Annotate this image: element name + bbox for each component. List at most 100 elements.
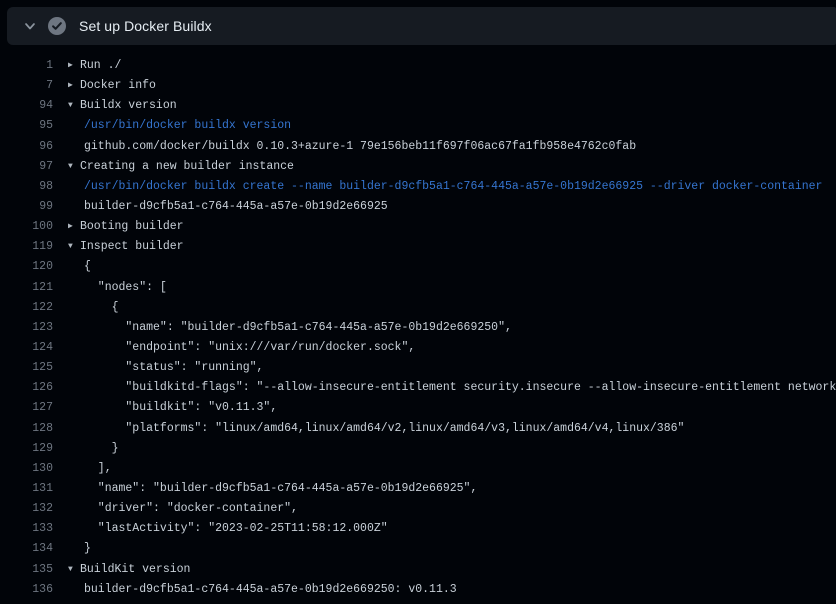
triangle-collapsed-icon[interactable]: ▶ bbox=[68, 217, 80, 237]
output-text: "lastActivity": "2023-02-25T11:58:12.000… bbox=[53, 519, 388, 539]
triangle-expanded-icon[interactable]: ▼ bbox=[68, 157, 80, 177]
output-text: builder-d9cfb5a1-c764-445a-a57e-0b19d2e6… bbox=[53, 197, 388, 217]
log-line[interactable]: 1▶Run ./ bbox=[0, 56, 836, 76]
log-line: 127 "buildkit": "v0.11.3", bbox=[0, 398, 836, 418]
group-label[interactable]: Buildx version bbox=[80, 99, 177, 112]
output-text: "buildkitd-flags": "--allow-insecure-ent… bbox=[53, 378, 836, 398]
line-number[interactable]: 132 bbox=[0, 499, 53, 519]
output-text: "status": "running", bbox=[53, 358, 263, 378]
log-line: 99builder-d9cfb5a1-c764-445a-a57e-0b19d2… bbox=[0, 197, 836, 217]
line-number[interactable]: 99 bbox=[0, 197, 53, 217]
log-line: 95/usr/bin/docker buildx version bbox=[0, 116, 836, 136]
line-number[interactable]: 100 bbox=[0, 217, 53, 237]
log-line: 133 "lastActivity": "2023-02-25T11:58:12… bbox=[0, 519, 836, 539]
output-text: { bbox=[53, 298, 119, 318]
output-text: "buildkit": "v0.11.3", bbox=[53, 398, 277, 418]
line-number[interactable]: 135 bbox=[0, 560, 53, 580]
log-line: 136builder-d9cfb5a1-c764-445a-a57e-0b19d… bbox=[0, 580, 836, 600]
step-title: Set up Docker Buildx bbox=[79, 18, 212, 34]
triangle-expanded-icon[interactable]: ▼ bbox=[68, 96, 80, 116]
line-number[interactable]: 96 bbox=[0, 137, 53, 157]
log-line[interactable]: 94▼Buildx version bbox=[0, 96, 836, 116]
log-line: 124 "endpoint": "unix:///var/run/docker.… bbox=[0, 338, 836, 358]
output-text: "nodes": [ bbox=[53, 278, 167, 298]
chevron-down-icon[interactable] bbox=[22, 18, 38, 34]
line-number[interactable]: 121 bbox=[0, 278, 53, 298]
triangle-collapsed-icon[interactable]: ▶ bbox=[68, 56, 80, 76]
line-number[interactable]: 130 bbox=[0, 459, 53, 479]
line-number[interactable]: 120 bbox=[0, 257, 53, 277]
log-line: 121 "nodes": [ bbox=[0, 278, 836, 298]
log-line: 130 ], bbox=[0, 459, 836, 479]
line-number[interactable]: 126 bbox=[0, 378, 53, 398]
log-line: 128 "platforms": "linux/amd64,linux/amd6… bbox=[0, 419, 836, 439]
output-text: "platforms": "linux/amd64,linux/amd64/v2… bbox=[53, 419, 684, 439]
log-line: 98/usr/bin/docker buildx create --name b… bbox=[0, 177, 836, 197]
line-number[interactable]: 128 bbox=[0, 419, 53, 439]
line-number[interactable]: 94 bbox=[0, 96, 53, 116]
log-line[interactable]: 119▼Inspect builder bbox=[0, 237, 836, 257]
line-number[interactable]: 125 bbox=[0, 358, 53, 378]
line-number[interactable]: 131 bbox=[0, 479, 53, 499]
group-label[interactable]: Docker info bbox=[80, 79, 156, 92]
group-line[interactable]: ▼Buildx version bbox=[53, 96, 177, 116]
command-text: /usr/bin/docker buildx create --name bui… bbox=[53, 177, 822, 197]
triangle-collapsed-icon[interactable]: ▶ bbox=[68, 76, 80, 96]
log-line: 120{ bbox=[0, 257, 836, 277]
output-text: "endpoint": "unix:///var/run/docker.sock… bbox=[53, 338, 415, 358]
group-line[interactable]: ▼Inspect builder bbox=[53, 237, 184, 257]
line-number[interactable]: 124 bbox=[0, 338, 53, 358]
step-header[interactable]: Set up Docker Buildx bbox=[7, 7, 836, 45]
output-text: } bbox=[53, 439, 119, 459]
line-number[interactable]: 98 bbox=[0, 177, 53, 197]
output-text: ], bbox=[53, 459, 112, 479]
group-line[interactable]: ▶Booting builder bbox=[53, 217, 184, 237]
log-line[interactable]: 100▶Booting builder bbox=[0, 217, 836, 237]
log-line: 131 "name": "builder-d9cfb5a1-c764-445a-… bbox=[0, 479, 836, 499]
line-number[interactable]: 133 bbox=[0, 519, 53, 539]
output-text: } bbox=[53, 539, 91, 559]
line-number[interactable]: 97 bbox=[0, 157, 53, 177]
log-line[interactable]: 97▼Creating a new builder instance bbox=[0, 157, 836, 177]
group-label[interactable]: Creating a new builder instance bbox=[80, 160, 294, 173]
line-number[interactable]: 129 bbox=[0, 439, 53, 459]
line-number[interactable]: 7 bbox=[0, 76, 53, 96]
line-number[interactable]: 1 bbox=[0, 56, 53, 76]
log-line[interactable]: 135▼BuildKit version bbox=[0, 560, 836, 580]
triangle-expanded-icon[interactable]: ▼ bbox=[68, 560, 80, 580]
group-label[interactable]: Run ./ bbox=[80, 59, 121, 72]
log-line[interactable]: 7▶Docker info bbox=[0, 76, 836, 96]
group-line[interactable]: ▶Run ./ bbox=[53, 56, 121, 76]
output-text: "driver": "docker-container", bbox=[53, 499, 298, 519]
line-number[interactable]: 119 bbox=[0, 237, 53, 257]
output-text: "name": "builder-d9cfb5a1-c764-445a-a57e… bbox=[53, 318, 512, 338]
log-line: 122 { bbox=[0, 298, 836, 318]
line-number[interactable]: 122 bbox=[0, 298, 53, 318]
group-label[interactable]: Inspect builder bbox=[80, 240, 184, 253]
log-line: 123 "name": "builder-d9cfb5a1-c764-445a-… bbox=[0, 318, 836, 338]
group-label[interactable]: Booting builder bbox=[80, 220, 184, 233]
output-text: { bbox=[53, 257, 91, 277]
triangle-expanded-icon[interactable]: ▼ bbox=[68, 237, 80, 257]
log-line: 126 "buildkitd-flags": "--allow-insecure… bbox=[0, 378, 836, 398]
check-circle-icon bbox=[47, 16, 67, 36]
log-line: 134} bbox=[0, 539, 836, 559]
line-number[interactable]: 127 bbox=[0, 398, 53, 418]
log-line: 96github.com/docker/buildx 0.10.3+azure-… bbox=[0, 137, 836, 157]
log-line: 132 "driver": "docker-container", bbox=[0, 499, 836, 519]
log-line: 125 "status": "running", bbox=[0, 358, 836, 378]
output-text: github.com/docker/buildx 0.10.3+azure-1 … bbox=[53, 137, 636, 157]
log-container: 1▶Run ./7▶Docker info94▼Buildx version95… bbox=[0, 45, 836, 604]
output-text: builder-d9cfb5a1-c764-445a-a57e-0b19d2e6… bbox=[53, 580, 457, 600]
line-number[interactable]: 123 bbox=[0, 318, 53, 338]
line-number[interactable]: 134 bbox=[0, 539, 53, 559]
command-text: /usr/bin/docker buildx version bbox=[53, 116, 291, 136]
group-line[interactable]: ▼Creating a new builder instance bbox=[53, 157, 294, 177]
line-number[interactable]: 136 bbox=[0, 580, 53, 600]
group-label[interactable]: BuildKit version bbox=[80, 563, 190, 576]
log-line: 129 } bbox=[0, 439, 836, 459]
group-line[interactable]: ▶Docker info bbox=[53, 76, 156, 96]
line-number[interactable]: 95 bbox=[0, 116, 53, 136]
group-line[interactable]: ▼BuildKit version bbox=[53, 560, 190, 580]
output-text: "name": "builder-d9cfb5a1-c764-445a-a57e… bbox=[53, 479, 477, 499]
